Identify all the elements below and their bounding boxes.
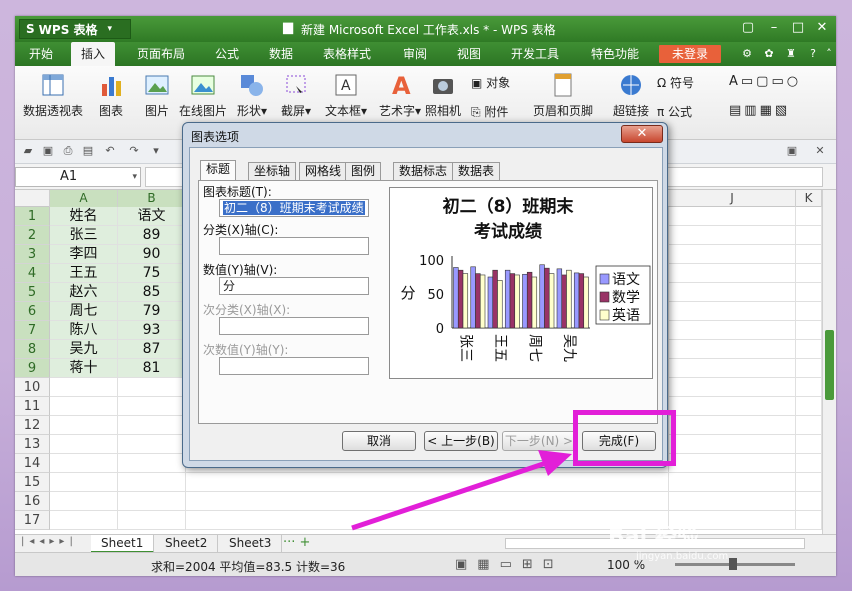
watermark: Bai 经验 (608, 525, 699, 550)
watermark-subtext: jingyan.baidu.com (636, 551, 729, 562)
annotation-arrow (351, 450, 572, 531)
